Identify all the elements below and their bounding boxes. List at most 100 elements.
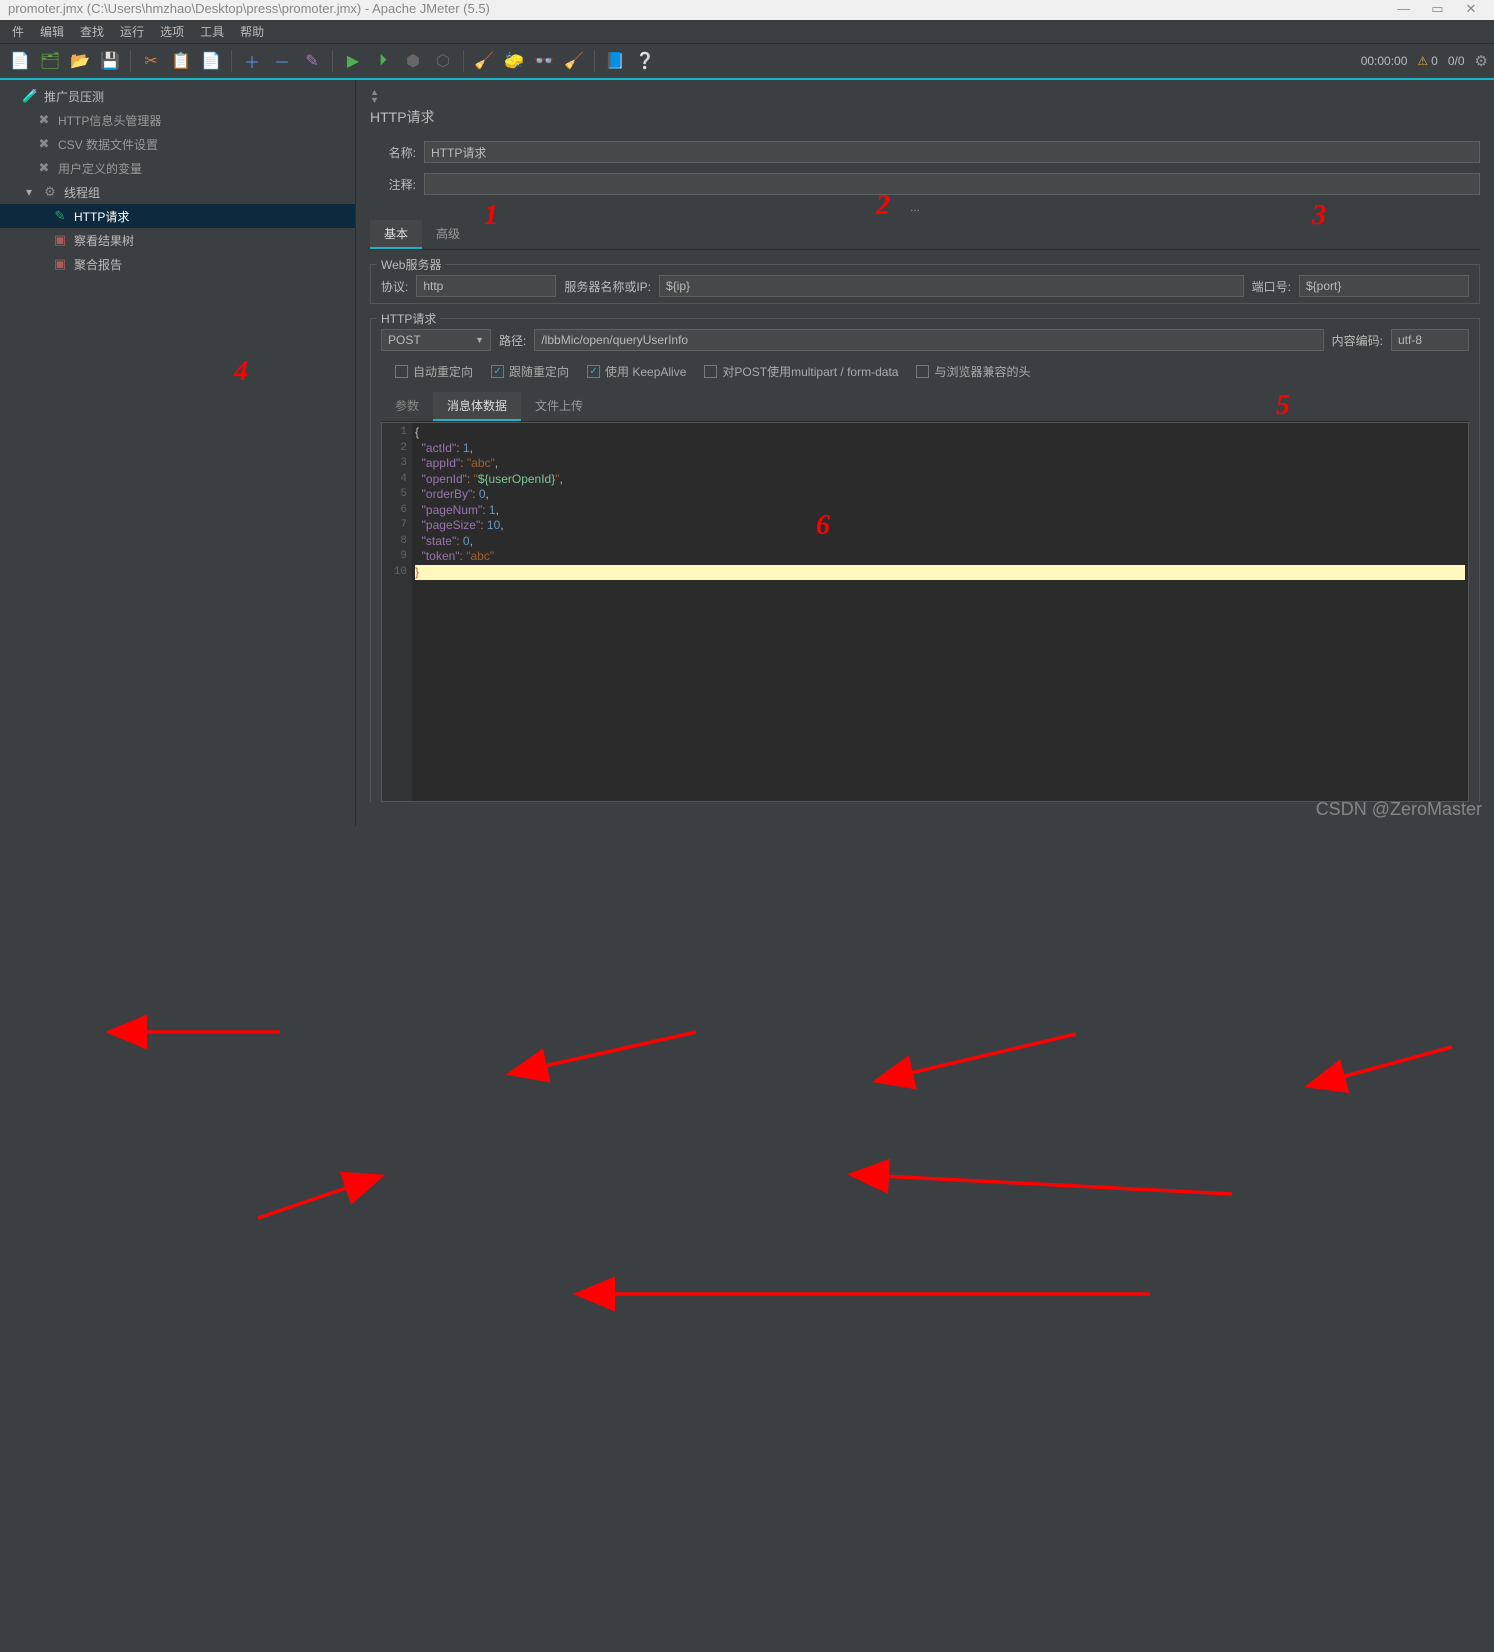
webserver-legend: Web服务器 (377, 256, 445, 273)
menu-help[interactable]: 帮助 (232, 21, 272, 42)
toolbar-right: 00:00:00 ⚠0 0/0 ⚙ (1361, 52, 1488, 70)
comment-row: 注释: (370, 173, 1480, 195)
menu-options[interactable]: 选项 (152, 21, 192, 42)
thread-ratio: 0/0 (1448, 54, 1465, 68)
method-select[interactable]: POST▼ (381, 329, 491, 351)
warning-badge[interactable]: ⚠0 (1417, 54, 1437, 68)
test-plan-tree[interactable]: 🧪推广员压测✖HTTP信息头管理器✖CSV 数据文件设置✖用户定义的变量▾⚙线程… (0, 80, 356, 826)
check-browser-compat[interactable]: 与浏览器兼容的头 (916, 363, 1030, 380)
separator (463, 50, 464, 72)
close-button[interactable]: ✕ (1456, 0, 1486, 17)
subtab-params[interactable]: 参数 (381, 392, 433, 421)
function-helper-icon[interactable]: 📘 (601, 47, 629, 75)
templates-icon[interactable]: 🗂 (36, 47, 64, 75)
annotation-arrows (0, 826, 1494, 1652)
name-row: 名称: (370, 141, 1480, 163)
scroll-indicator[interactable]: ▲▼ (370, 88, 1480, 104)
main-tabs: 基本 高级 (370, 220, 1480, 250)
save-icon[interactable]: 💾 (96, 47, 124, 75)
chevron-down-icon: ▼ (475, 335, 484, 345)
name-input[interactable] (424, 141, 1480, 163)
elapsed-time: 00:00:00 (1361, 54, 1408, 68)
tree-row[interactable]: ▣察看结果树 (0, 228, 355, 252)
path-label: 路径: (499, 332, 526, 349)
content-panel: ▲▼ HTTP请求 名称: 注释: … 基本 高级 Web服务器 协议: 服务器… (356, 80, 1494, 826)
tree-row[interactable]: ▣聚合报告 (0, 252, 355, 276)
line-gutter: 12345678910 (382, 423, 412, 801)
start-no-pause-icon[interactable]: ⏵ (369, 47, 397, 75)
code-content[interactable]: { "actId": 1, "appId": "abc", "openId": … (412, 423, 1468, 801)
http-legend: HTTP请求 (377, 310, 440, 327)
menu-search[interactable]: 查找 (72, 21, 112, 42)
name-label: 名称: (370, 144, 416, 161)
enc-input[interactable] (1391, 329, 1469, 351)
enc-label: 内容编码: (1332, 332, 1383, 349)
tree-row[interactable]: ✎HTTP请求 (0, 204, 355, 228)
clear-icon[interactable]: 🧹 (470, 47, 498, 75)
start-icon[interactable]: ▶ (339, 47, 367, 75)
port-label: 端口号: (1252, 278, 1291, 295)
open-icon[interactable]: 📂 (66, 47, 94, 75)
comment-input[interactable] (424, 173, 1480, 195)
copy-icon[interactable]: 📋 (167, 47, 195, 75)
ellipsis: … (910, 203, 1480, 214)
protocol-label: 协议: (381, 278, 408, 295)
cut-icon[interactable]: ✂ (137, 47, 165, 75)
check-auto-redirect[interactable]: 自动重定向 (395, 363, 473, 380)
stop-icon[interactable]: ⬢ (399, 47, 427, 75)
separator (332, 50, 333, 72)
menu-edit[interactable]: 编辑 (32, 21, 72, 42)
new-icon[interactable]: 📄 (6, 47, 34, 75)
body-subtabs: 参数 消息体数据 文件上传 (381, 392, 1469, 422)
tree-row[interactable]: 🧪推广员压测 (0, 84, 355, 108)
clear-all-icon[interactable]: 🧽 (500, 47, 528, 75)
main-area: 🧪推广员压测✖HTTP信息头管理器✖CSV 数据文件设置✖用户定义的变量▾⚙线程… (0, 80, 1494, 826)
menu-run[interactable]: 运行 (112, 21, 152, 42)
paste-icon[interactable]: 📄 (197, 47, 225, 75)
expand-icon[interactable]: ＋ (238, 47, 266, 75)
check-follow-redirect[interactable]: 跟随重定向 (491, 363, 569, 380)
toggle-icon[interactable]: ✎ (298, 47, 326, 75)
window-title: promoter.jmx (C:\Users\hmzhao\Desktop\pr… (8, 0, 490, 20)
gear-icon[interactable]: ⚙ (1475, 52, 1488, 70)
menu-tools[interactable]: 工具 (192, 21, 232, 42)
subtab-files[interactable]: 文件上传 (521, 392, 597, 421)
tree-row[interactable]: ✖HTTP信息头管理器 (0, 108, 355, 132)
protocol-input[interactable] (416, 275, 556, 297)
path-input[interactable] (534, 329, 1323, 351)
subtab-body[interactable]: 消息体数据 (433, 392, 521, 421)
tree-row[interactable]: ▾⚙线程组 (0, 180, 355, 204)
server-label: 服务器名称或IP: (564, 278, 651, 295)
help-icon[interactable]: ❔ (631, 47, 659, 75)
menubar: 件 编辑 查找 运行 选项 工具 帮助 (0, 20, 1494, 44)
checkbox-row: 自动重定向 跟随重定向 使用 KeepAlive 对POST使用multipar… (381, 363, 1469, 380)
port-input[interactable] (1299, 275, 1469, 297)
check-multipart[interactable]: 对POST使用multipart / form-data (704, 363, 898, 380)
collapse-icon[interactable]: － (268, 47, 296, 75)
separator (231, 50, 232, 72)
tree-row[interactable]: ✖用户定义的变量 (0, 156, 355, 180)
comment-label: 注释: (370, 176, 416, 193)
separator (594, 50, 595, 72)
toolbar: 📄 🗂 📂 💾 ✂ 📋 📄 ＋ － ✎ ▶ ⏵ ⬢ ⬡ 🧹 🧽 👓 🧹 📘 ❔ … (0, 44, 1494, 80)
toolbar-left: 📄 🗂 📂 💾 ✂ 📋 📄 ＋ － ✎ ▶ ⏵ ⬢ ⬡ 🧹 🧽 👓 🧹 📘 ❔ (6, 47, 659, 75)
window-controls: — ▭ ✕ (1389, 0, 1486, 20)
maximize-button[interactable]: ▭ (1422, 0, 1452, 17)
http-fieldset: HTTP请求 POST▼ 路径: 内容编码: 自动重定向 跟随重定向 使用 Ke… (370, 318, 1480, 802)
menu-file[interactable]: 件 (4, 21, 32, 42)
panel-title: HTTP请求 (370, 107, 1480, 127)
server-input[interactable] (659, 275, 1244, 297)
tab-advanced[interactable]: 高级 (422, 220, 474, 249)
webserver-fieldset: Web服务器 协议: 服务器名称或IP: 端口号: (370, 264, 1480, 304)
reset-search-icon[interactable]: 🧹 (560, 47, 588, 75)
minimize-button[interactable]: — (1389, 0, 1419, 17)
body-editor[interactable]: 12345678910 { "actId": 1, "appId": "abc"… (381, 422, 1469, 802)
tab-basic[interactable]: 基本 (370, 220, 422, 249)
separator (130, 50, 131, 72)
shutdown-icon[interactable]: ⬡ (429, 47, 457, 75)
search-icon[interactable]: 👓 (530, 47, 558, 75)
tree-row[interactable]: ✖CSV 数据文件设置 (0, 132, 355, 156)
window-titlebar: promoter.jmx (C:\Users\hmzhao\Desktop\pr… (0, 0, 1494, 20)
watermark: CSDN @ZeroMaster (1316, 799, 1482, 820)
check-keepalive[interactable]: 使用 KeepAlive (587, 363, 686, 380)
